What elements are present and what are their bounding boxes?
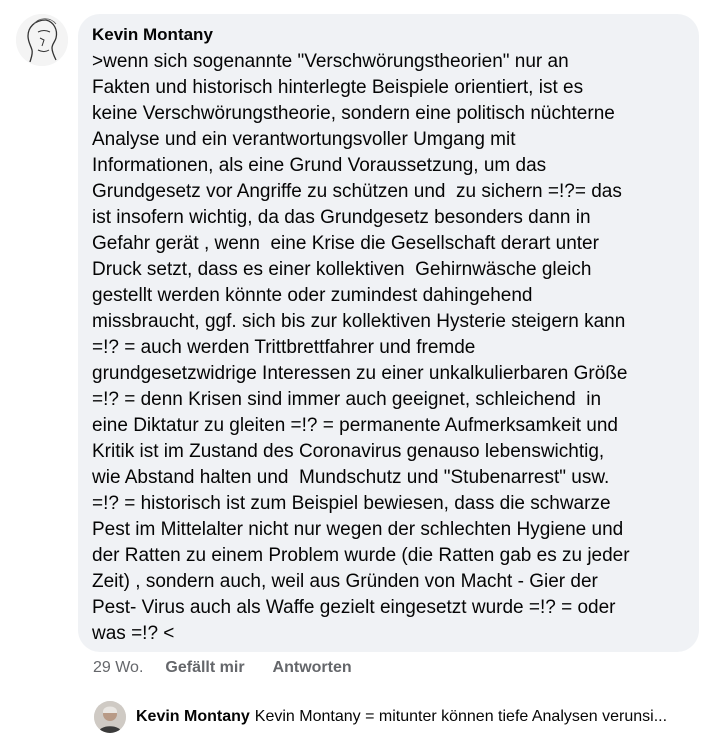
comment-author-name[interactable]: Kevin Montany	[92, 24, 687, 46]
comment-line: =!? = historisch ist zum Beispiel bewies…	[92, 493, 611, 514]
comment-line: Fakten und historisch hinterlegte Beispi…	[92, 77, 584, 98]
comment-line: ist insofern wichtig, da das Grundgesetz…	[92, 207, 591, 228]
reply-preview[interactable]: Kevin Montany Kevin Montany = mitunter k…	[94, 700, 704, 734]
comment-actions: 29 Wo. Gefällt mir Antworten	[93, 656, 380, 680]
comment-line: wie Abstand halten und Mundschutz und "S…	[92, 467, 610, 488]
comment-line: Analyse und ein verantwortungsvoller Umg…	[92, 129, 516, 150]
comment-line: eine Diktatur zu gleiten =!? = permanent…	[92, 415, 618, 436]
comment-text: >wenn sich sogenannte "Verschwörungstheo…	[92, 49, 687, 647]
comment-timestamp[interactable]: 29 Wo.	[93, 659, 143, 677]
comment-line: missbraucht, ggf. sich bis zur kollektiv…	[92, 311, 626, 332]
comment-line: Pest im Mittelalter nicht nur wegen der …	[92, 519, 624, 540]
comment-line: gestellt werden könnte oder zumindest da…	[92, 285, 533, 306]
commenter-avatar[interactable]	[16, 14, 68, 66]
comment-line: was =!? <	[92, 623, 175, 644]
comment-bubble: Kevin Montany >wenn sich sogenannte "Ver…	[78, 14, 699, 652]
reply-text-preview[interactable]: Kevin Montany = mitunter können tiefe An…	[255, 708, 667, 726]
reply-avatar[interactable]	[94, 701, 126, 733]
comment-line: Kritik ist im Zustand des Coronavirus ge…	[92, 441, 605, 462]
comment-line: Gefahr gerät , wenn eine Krise die Gesel…	[92, 233, 599, 254]
comment-line: keine Verschwörungstheorie, sondern eine…	[92, 103, 615, 124]
comment-line: Zeit) , sondern auch, weil aus Gründen v…	[92, 571, 598, 592]
comment-line: =!? = auch werden Trittbrettfahrer und f…	[92, 337, 476, 358]
comment-line: >wenn sich sogenannte "Verschwörungstheo…	[92, 51, 569, 72]
photo-avatar-icon	[94, 701, 126, 733]
reply-author-name[interactable]: Kevin Montany	[136, 708, 250, 726]
comment-line: Pest- Virus auch als Waffe gezielt einge…	[92, 597, 616, 618]
like-button[interactable]: Gefällt mir	[165, 659, 244, 677]
reply-button[interactable]: Antworten	[273, 659, 352, 677]
comment-line: =!? = denn Krisen sind immer auch geeign…	[92, 389, 602, 410]
sketch-face-avatar-icon	[16, 14, 68, 66]
comment-line: grundgesetzwidrige Interessen zu einer u…	[92, 363, 628, 384]
comment-line: Informationen, als eine Grund Voraussetz…	[92, 155, 547, 176]
comment-line: Grundgesetz vor Angriffe zu schützen und…	[92, 181, 622, 202]
comment-line: Druck setzt, dass es einer kollektiven G…	[92, 259, 592, 280]
comment-line: der Ratten zu einem Problem wurde (die R…	[92, 545, 630, 566]
